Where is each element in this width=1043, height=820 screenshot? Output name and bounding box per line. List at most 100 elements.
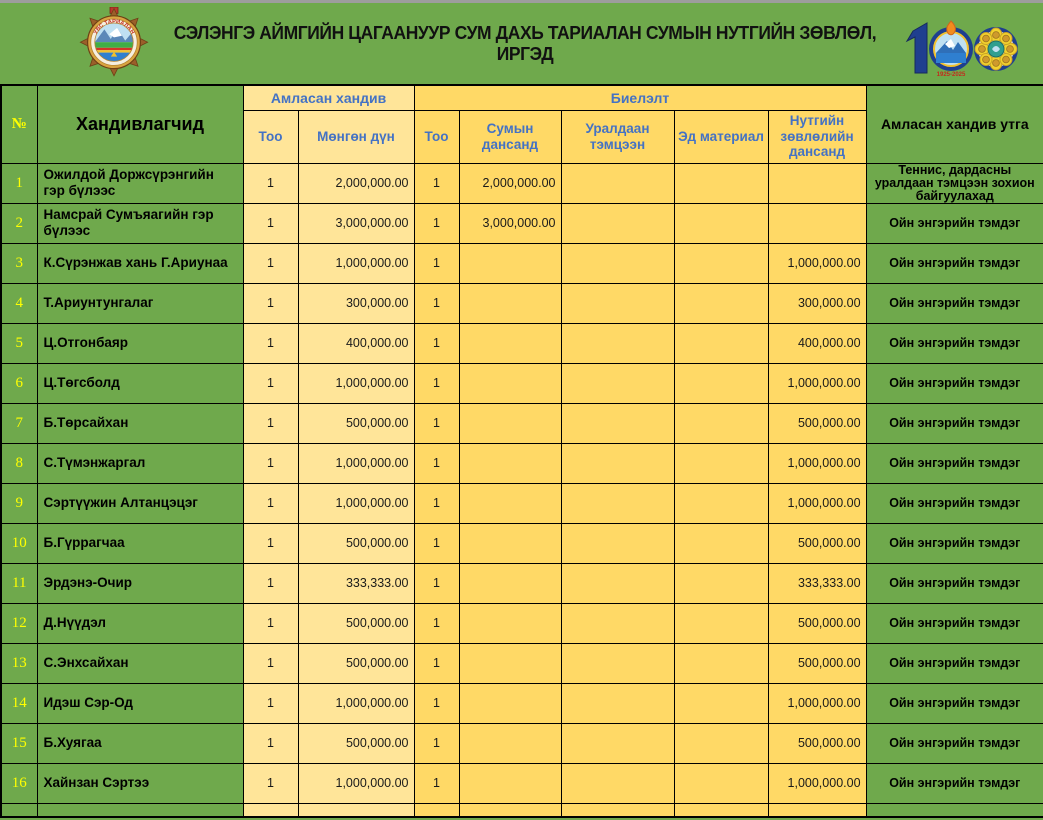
cell-fulfilled-count: 1 [413,202,460,244]
cell-pledge-note: Ойн энгэрийн тэмдэг [865,602,1043,644]
cell-row-number: 12 [0,602,38,644]
cell-sum-account [458,282,562,324]
cell-sum-account: 3,000,000.00 [458,202,562,244]
cell-materials [673,602,769,644]
cell-competition [560,162,675,204]
cell-fulfilled-count: 1 [413,402,460,444]
cell-pledge-note: Теннис, дардасны уралдаан тэмцээн зохион… [865,162,1043,204]
cell-pledged-count: 1 [242,162,299,204]
cell-competition [560,402,675,444]
col-header-sum-account: Сумын дансанд [458,109,562,164]
cell-council-account: 1,000,000.00 [767,682,867,724]
cell-council-account: 1,000,000.00 [767,442,867,484]
cell-row-number: 8 [0,442,38,484]
cell-competition [560,202,675,244]
cell-council-account: 1,000,000.00 [767,482,867,524]
cell-materials [673,522,769,564]
cell-donor-name: Эрдэнэ-Очир [36,562,244,604]
table-row: 6 Ц.Төгсболд 1 1,000,000.00 1 1,000,000.00 Ойн… [0,362,1043,404]
cell-pledged-count: 1 [242,202,299,244]
cell-pledged-amount: 500,000.00 [297,642,415,684]
cell-competition [560,282,675,324]
cell-donor-name: Б.Төрсайхан [36,402,244,444]
cell-pledged-amount: 500,000.00 [297,722,415,764]
cell-competition [560,242,675,284]
cell-council-account: 400,000.00 [767,322,867,364]
cell-row-number: 5 [0,322,38,364]
cell-pledged-count: 1 [242,402,299,444]
table-row: 1 Ожилдой Доржсүрэнгийн гэр бүлээс 1 2,000,… [0,162,1043,204]
table-row: 14 Идэш Сэр-Од 1 1,000,000.00 1 1,000,000.00 О… [0,682,1043,724]
table-header: № Хандивлагчид Амласан хандив Биелэлт Ам… [0,84,1043,164]
cell-sum-account [458,402,562,444]
cell-pledged-amount: 1,000,000.00 [297,442,415,484]
cell-pledged-count [242,802,299,818]
cell-pledge-note: Ойн энгэрийн тэмдэг [865,682,1043,724]
cell-pledged-count: 1 [242,722,299,764]
cell-pledged-amount: 1,000,000.00 [297,242,415,284]
cell-pledged-amount: 1,000,000.00 [297,362,415,404]
cell-fulfilled-count: 1 [413,642,460,684]
cell-materials [673,442,769,484]
cell-competition [560,522,675,564]
cell-pledge-note: Ойн энгэрийн тэмдэг [865,522,1043,564]
cell-pledged-amount: 500,000.00 [297,602,415,644]
donations-table: № Хандивлагчид Амласан хандив Биелэлт Ам… [0,84,1043,819]
cell-pledge-note: Ойн энгэрийн тэмдэг [865,362,1043,404]
cell-donor-name: С.Түмэнжаргал [36,442,244,484]
page-header: УВС ТАРИАЛАН СЭЛЭНГЭ АЙМГИЙН ЦАГААНУУР С… [0,3,1043,84]
cell-row-number [0,802,38,818]
col-group-fulfillment: Биелэлт [413,84,867,111]
cell-council-account [767,802,867,818]
cell-council-account: 1,000,000.00 [767,362,867,404]
cell-pledged-amount: 2,000,000.00 [297,162,415,204]
cell-row-number: 16 [0,762,38,804]
anniversary-years-label: 1925-2025 [937,72,966,78]
cell-pledged-amount: 1,000,000.00 [297,482,415,524]
cell-fulfilled-count: 1 [413,602,460,644]
cell-materials [673,242,769,284]
cell-competition [560,362,675,404]
cell-donor-name: Ожилдой Доржсүрэнгийн гэр бүлээс [36,162,244,204]
cell-donor-name: Ц.Отгонбаяр [36,322,244,364]
cell-pledge-note: Ойн энгэрийн тэмдэг [865,722,1043,764]
table-row: 3 К.Сүрэнжав хань Г.Ариунаа 1 1,000,000.00 1… [0,242,1043,284]
cell-sum-account [458,482,562,524]
cell-competition [560,722,675,764]
table-body: 1 Ожилдой Доржсүрэнгийн гэр бүлээс 1 2,000,… [0,162,1043,818]
cell-pledged-amount: 400,000.00 [297,322,415,364]
cell-materials [673,682,769,724]
cell-pledge-note: Ойн энгэрийн тэмдэг [865,442,1043,484]
cell-row-number: 6 [0,362,38,404]
cell-donor-name: Б.Хуягаа [36,722,244,764]
cell-materials [673,802,769,818]
cell-pledged-count: 1 [242,522,299,564]
cell-pledged-count: 1 [242,602,299,644]
cell-sum-account [458,802,562,818]
cell-council-account: 500,000.00 [767,602,867,644]
col-header-fulfilled-count: Тоо [413,109,460,164]
cell-competition [560,482,675,524]
cell-council-account: 500,000.00 [767,402,867,444]
cell-materials [673,282,769,324]
cell-pledged-count: 1 [242,642,299,684]
cell-sum-account [458,642,562,684]
table-row: 16 Хайнзан Сэртээ 1 1,000,000.00 1 1,000,000.… [0,762,1043,804]
cell-pledged-amount: 500,000.00 [297,522,415,564]
page-title: СЭЛЭНГЭ АЙМГИЙН ЦАГААНУУР СУМ ДАХЬ ТАРИА… [173,22,877,64]
cell-materials [673,402,769,444]
cell-donor-name: Т.Ариунтунгалаг [36,282,244,324]
cell-council-account: 333,333.00 [767,562,867,604]
cell-pledge-note: Ойн энгэрийн тэмдэг [865,202,1043,244]
cell-pledge-note: Ойн энгэрийн тэмдэг [865,402,1043,444]
cell-pledged-amount: 3,000,000.00 [297,202,415,244]
cell-pledge-note: Ойн энгэрийн тэмдэг [865,562,1043,604]
cell-fulfilled-count: 1 [413,682,460,724]
col-header-council-account: Нутгийн зөвлөлийн дансанд [767,109,867,164]
cell-donor-name: Б.Гүррагчаа [36,522,244,564]
table-row: 8 С.Түмэнжаргал 1 1,000,000.00 1 1,000,000.00… [0,442,1043,484]
cell-pledge-note: Ойн энгэрийн тэмдэг [865,642,1043,684]
cell-council-account: 500,000.00 [767,522,867,564]
cell-pledged-count: 1 [242,242,299,284]
cell-competition [560,562,675,604]
